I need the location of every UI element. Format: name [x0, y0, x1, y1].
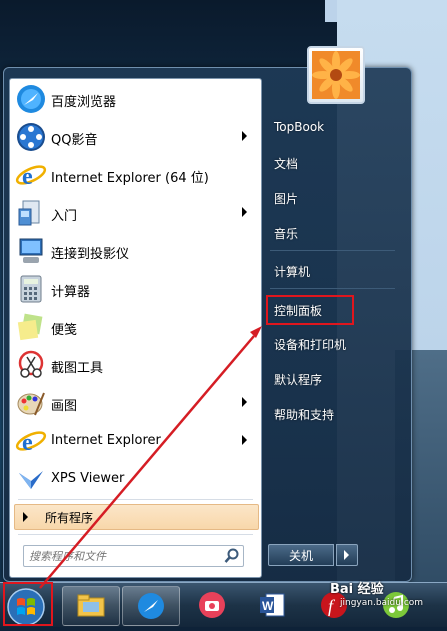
right-item-documents[interactable]: 文档 — [268, 150, 396, 176]
divider — [270, 250, 395, 251]
program-sticky-notes[interactable]: 便笺 — [10, 309, 261, 345]
right-item-pictures[interactable]: 图片 — [268, 185, 396, 211]
sticky-notes-icon — [15, 311, 47, 343]
chevron-right-icon — [344, 550, 349, 560]
internet-explorer-icon: e — [15, 159, 47, 191]
search-box[interactable] — [23, 545, 244, 567]
calculator-icon — [15, 273, 47, 305]
camera-icon — [199, 592, 225, 618]
baidu-browser-icon — [15, 83, 47, 115]
program-calculator[interactable]: 计算器 — [10, 271, 261, 307]
control-panel-highlight — [266, 295, 354, 325]
submenu-arrow-icon[interactable] — [242, 397, 247, 407]
svg-text:e: e — [22, 164, 33, 190]
divider — [270, 288, 395, 289]
submenu-arrow-icon[interactable] — [242, 435, 247, 445]
watermark: Bai 经验 — [330, 582, 384, 597]
paint-icon — [15, 387, 47, 419]
all-programs-button[interactable]: 所有程序 — [14, 504, 259, 530]
right-item-topbook[interactable]: TopBook — [268, 115, 396, 141]
expand-arrow-icon — [23, 512, 28, 522]
program-baidu-browser[interactable]: 百度浏览器 — [10, 81, 261, 117]
right-item-music[interactable]: 音乐 — [268, 220, 396, 246]
start-button-highlight — [3, 582, 53, 626]
watermark-url: jingyan.baidu.com — [340, 598, 424, 608]
word-icon: W — [260, 593, 285, 617]
program-getting-started[interactable]: 入门 — [10, 195, 261, 231]
taskbar-baidu-browser[interactable] — [122, 586, 180, 626]
program-connect-projector[interactable]: 连接到投影仪 — [10, 233, 261, 269]
program-internet-explorer[interactable]: e Internet Explorer — [10, 423, 261, 459]
search-icon[interactable] — [224, 548, 240, 564]
right-item-default-programs[interactable]: 默认程序 — [268, 366, 396, 392]
submenu-arrow-icon[interactable] — [242, 207, 247, 217]
snipping-tool-icon — [15, 349, 47, 381]
shutdown-button[interactable]: 关机 — [268, 544, 334, 566]
user-avatar[interactable] — [307, 46, 365, 104]
program-internet-explorer-64[interactable]: e Internet Explorer (64 位) — [10, 157, 261, 193]
taskbar-word[interactable]: W — [244, 586, 302, 624]
internet-explorer-icon: e — [15, 425, 47, 457]
flower-picture-icon — [312, 51, 360, 99]
program-xps-viewer[interactable]: XPS Viewer — [10, 461, 261, 497]
pinned-programs-pane: 百度浏览器 QQ影音 e Internet Explorer (64 位) 入门… — [9, 78, 262, 578]
file-explorer-icon — [77, 594, 105, 617]
svg-text:e: e — [22, 430, 33, 456]
xps-viewer-icon — [15, 463, 47, 495]
search-input[interactable] — [27, 547, 221, 565]
shutdown-options-button[interactable] — [336, 544, 358, 566]
qq-player-icon — [15, 121, 47, 153]
right-item-devices-printers[interactable]: 设备和打印机 — [268, 331, 396, 357]
taskbar-file-explorer[interactable] — [62, 586, 120, 626]
divider — [18, 499, 253, 500]
getting-started-icon — [15, 197, 47, 229]
program-snipping-tool[interactable]: 截图工具 — [10, 347, 261, 383]
program-qq-player[interactable]: QQ影音 — [10, 119, 261, 155]
submenu-arrow-icon[interactable] — [242, 131, 247, 141]
right-item-help-support[interactable]: 帮助和支持 — [268, 401, 396, 427]
taskbar-camera[interactable] — [184, 586, 242, 624]
baidu-browser-icon — [138, 593, 164, 619]
svg-text:W: W — [262, 599, 274, 613]
program-paint[interactable]: 画图 — [10, 385, 261, 421]
right-item-computer[interactable]: 计算机 — [268, 258, 396, 284]
divider — [18, 534, 253, 535]
projector-icon — [15, 235, 47, 267]
